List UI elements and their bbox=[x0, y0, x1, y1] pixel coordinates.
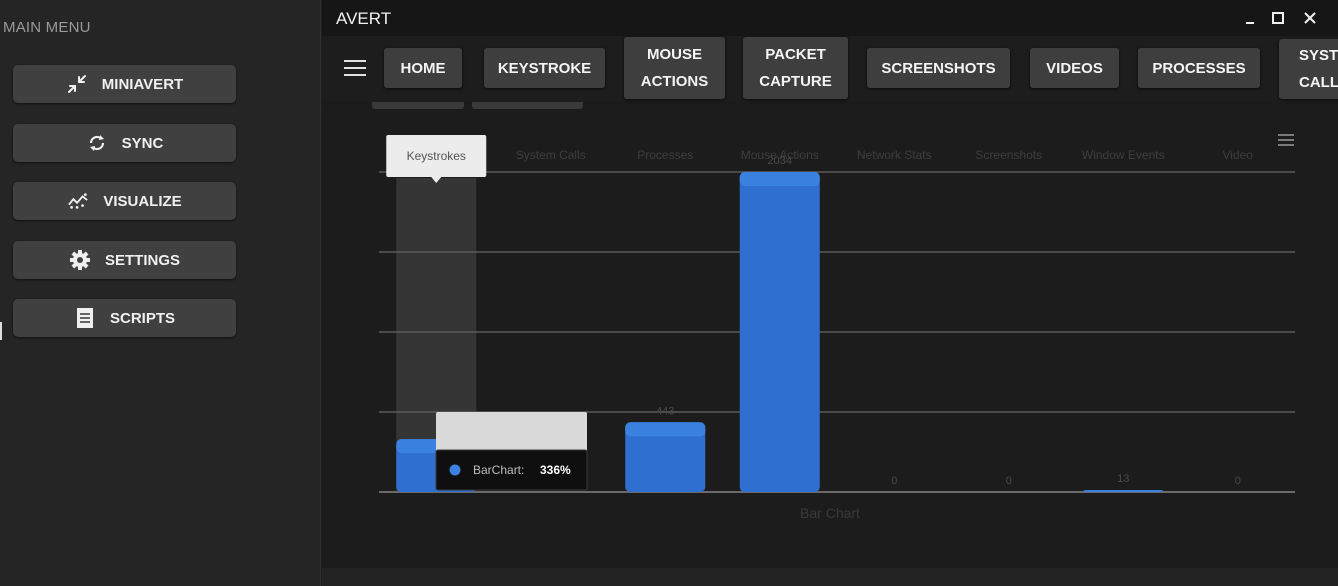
maximize-icon[interactable] bbox=[1268, 8, 1288, 28]
sync-icon bbox=[86, 132, 108, 154]
tab-system-calls-line2: CALL bbox=[1299, 74, 1338, 91]
x-axis-title: Bar Chart bbox=[800, 505, 860, 521]
chart-menu-line bbox=[1278, 134, 1294, 136]
category-label: Screenshots bbox=[975, 148, 1042, 162]
tab-screenshots-label: SCREENSHOTS bbox=[881, 59, 996, 77]
category-label: System Calls bbox=[516, 148, 586, 162]
tooltip-series-label: BarChart: bbox=[473, 463, 524, 477]
tab-screenshots[interactable]: SCREENSHOTS bbox=[867, 48, 1010, 88]
tab-processes-label: PROCESSES bbox=[1152, 59, 1246, 77]
gear-icon bbox=[69, 249, 91, 271]
tab-home[interactable]: HOME bbox=[384, 48, 462, 88]
sidebar: MAIN MENU MINIAVERT SYNC VISUALIZE SETTI… bbox=[0, 0, 321, 586]
tab-home-label: HOME bbox=[400, 59, 446, 77]
tab-system-calls-line1: SYSTI bbox=[1299, 47, 1338, 64]
settings-label: SETTINGS bbox=[104, 251, 180, 269]
bar-mouse-actions[interactable] bbox=[739, 172, 820, 492]
category-label: Processes bbox=[637, 148, 693, 162]
category-label: Video bbox=[1223, 148, 1254, 162]
visualize-label: VISUALIZE bbox=[103, 192, 182, 210]
chart-menu-line bbox=[1278, 144, 1294, 146]
value-tooltip-header bbox=[436, 412, 587, 452]
chart-menu-line bbox=[1278, 139, 1294, 141]
tab-mouse-actions-line1: MOUSE bbox=[646, 46, 702, 63]
hamburger-icon[interactable] bbox=[344, 60, 366, 78]
sub-tab[interactable] bbox=[472, 102, 583, 109]
series-swatch bbox=[449, 464, 461, 476]
chart-menu-icon[interactable] bbox=[1278, 134, 1294, 146]
tab-videos-label: VIDEOS bbox=[1046, 59, 1103, 77]
bar-highlight bbox=[1083, 489, 1164, 492]
visualize-button[interactable]: VISUALIZE bbox=[13, 182, 236, 220]
bar-highlight bbox=[739, 172, 820, 186]
tab-packet-capture-line1: PACKET bbox=[765, 46, 826, 63]
sync-label: SYNC bbox=[121, 134, 164, 152]
tooltip-value: 336% bbox=[540, 463, 571, 477]
minimize-icon[interactable] bbox=[1240, 8, 1260, 28]
tab-mouse-actions[interactable]: MOUSE ACTIONS bbox=[624, 37, 725, 99]
nav-bar: HOME KEYSTROKE MOUSE ACTIONS PACKET CAPT… bbox=[322, 36, 1338, 102]
settings-button[interactable]: SETTINGS bbox=[13, 241, 236, 279]
category-label: Window Events bbox=[1082, 148, 1165, 162]
sidebar-title: MAIN MENU bbox=[3, 19, 91, 36]
data-label: 0 bbox=[1006, 475, 1012, 487]
tab-packet-capture-line2: CAPTURE bbox=[759, 73, 832, 90]
chart-trend-icon bbox=[67, 190, 89, 212]
data-label: 0 bbox=[891, 475, 897, 487]
data-label: 0 bbox=[1235, 475, 1241, 487]
title-bar[interactable]: AVERT bbox=[322, 0, 1338, 36]
sub-tab[interactable] bbox=[372, 102, 464, 109]
bar-chart-panel: KeystrokesSystem CallsProcessesMouse Act… bbox=[322, 110, 1338, 586]
category-tooltip-text: Keystrokes bbox=[407, 149, 466, 163]
document-icon bbox=[74, 307, 96, 329]
shrink-arrows-icon bbox=[66, 73, 88, 95]
tab-videos[interactable]: VIDEOS bbox=[1030, 48, 1119, 88]
bar-chart: KeystrokesSystem CallsProcessesMouse Act… bbox=[379, 134, 1295, 521]
tab-processes[interactable]: PROCESSES bbox=[1138, 48, 1260, 88]
scripts-label: SCRIPTS bbox=[109, 309, 175, 327]
close-icon[interactable] bbox=[1300, 8, 1320, 28]
data-label: 443 bbox=[656, 405, 674, 417]
miniavert-label: MINIAVERT bbox=[101, 75, 184, 93]
category-label: Network Stats bbox=[857, 148, 932, 162]
data-label: 13 bbox=[1117, 473, 1129, 485]
app-title: AVERT bbox=[336, 9, 392, 28]
main-window: AVERT HOME KEYSTROKE MOUSE ACTIONS PACKE… bbox=[322, 0, 1338, 586]
tab-system-calls[interactable]: SYSTI CALL bbox=[1279, 39, 1338, 99]
scripts-button[interactable]: SCRIPTS bbox=[13, 299, 236, 337]
sync-button[interactable]: SYNC bbox=[13, 124, 236, 162]
resize-handle[interactable] bbox=[0, 322, 2, 340]
tab-keystroke-label: KEYSTROKE bbox=[497, 59, 592, 77]
tab-keystroke[interactable]: KEYSTROKE bbox=[484, 48, 605, 88]
bar-highlight bbox=[625, 422, 706, 437]
data-label: 2034 bbox=[768, 155, 792, 167]
bottom-strip bbox=[322, 568, 1338, 586]
miniavert-button[interactable]: MINIAVERT bbox=[13, 65, 236, 103]
tab-packet-capture[interactable]: PACKET CAPTURE bbox=[743, 37, 848, 99]
tab-mouse-actions-line2: ACTIONS bbox=[640, 73, 709, 90]
